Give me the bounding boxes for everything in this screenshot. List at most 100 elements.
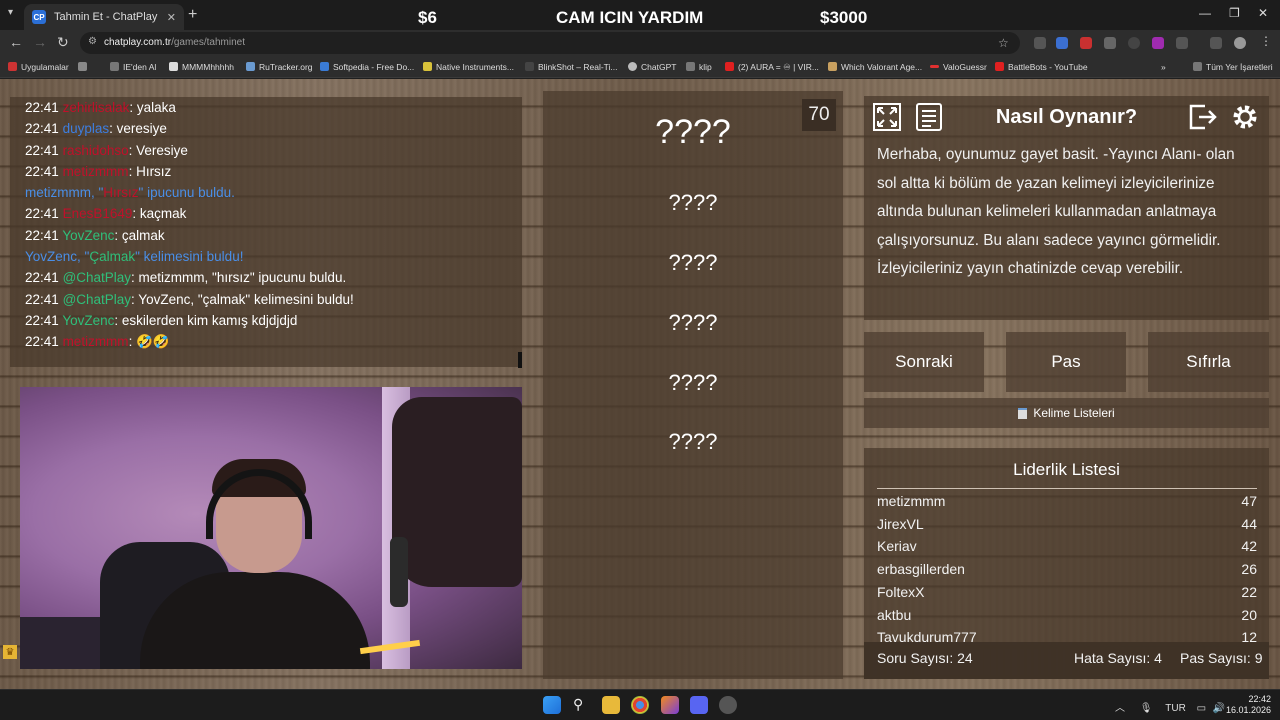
word-panel: ???? ???? ???? ???? ???? ???? <box>543 91 843 679</box>
chat-username[interactable]: zehirlisalak <box>63 100 130 115</box>
tray-overflow-icon[interactable]: ︿ <box>1115 703 1125 714</box>
bookmark-item[interactable]: Which Valorant Age... <box>828 62 922 72</box>
tab-close-icon[interactable]: ✕ <box>167 11 176 24</box>
chat-username[interactable]: @ChatPlay <box>63 292 131 307</box>
bookmark-item[interactable]: (2) AURA = ♾ | VIR... <box>725 62 819 73</box>
grid-icon <box>78 62 87 71</box>
chat-time: 22:41 <box>25 121 59 137</box>
extensions-puzzle-icon[interactable] <box>1176 37 1188 49</box>
overlay-goal-title: CAM ICIN YARDIM <box>556 8 704 27</box>
extension-icon[interactable] <box>1080 37 1092 49</box>
app-icon[interactable] <box>661 696 679 714</box>
bookmark-site-icon <box>828 62 837 71</box>
chat-text: : Veresiye <box>128 142 188 158</box>
all-bookmarks[interactable]: Tüm Yer İşaretleri <box>1193 62 1273 72</box>
file-explorer-icon[interactable] <box>602 696 620 714</box>
chat-username[interactable]: YovZenc <box>62 313 114 328</box>
bookmark-item[interactable]: klip <box>686 62 712 72</box>
extension-icon[interactable] <box>1034 37 1046 49</box>
address-bar[interactable]: ⚙ chatplay.com.tr/games/tahminet <box>80 32 1020 54</box>
stream-chat-panel: 22:41 zehirlisalak: yalaka 22:41 duyplas:… <box>10 97 522 367</box>
tab-title: Tahmin Et - ChatPlay <box>54 11 158 23</box>
word-lists-button[interactable]: Kelime Listeleri <box>864 398 1269 428</box>
forward-icon[interactable]: → <box>33 34 47 50</box>
chat-message: 22:41 YovZenc: çalmak <box>25 225 522 246</box>
chat-username[interactable]: YovZenc <box>62 228 114 243</box>
new-tab-icon[interactable]: + <box>188 6 197 24</box>
maximize-icon[interactable]: ❐ <box>1229 6 1240 20</box>
chat-username[interactable]: @ChatPlay <box>63 270 131 285</box>
bookmark-site-icon <box>930 65 939 68</box>
leaderboard-score: 44 <box>1241 515 1257 532</box>
bookmark-item[interactable]: IE'den Al <box>110 62 156 72</box>
folder-icon <box>423 62 432 71</box>
windows-start-icon[interactable] <box>543 696 561 714</box>
chat-system-text: metizmmm, " <box>25 185 104 201</box>
profile-avatar-icon[interactable] <box>1234 37 1246 49</box>
leaderboard-row: erbasgillerden 26 <box>877 561 1257 583</box>
bookmark-item[interactable]: Native Instruments... <box>423 62 514 72</box>
youtube-icon <box>995 62 1004 71</box>
chrome-icon[interactable] <box>631 696 649 714</box>
chat-username[interactable]: metizmmm <box>63 334 129 349</box>
bookmark-star-icon[interactable]: ☆ <box>998 36 1009 50</box>
clock[interactable]: 22:42 16.01.2026 <box>1226 694 1271 716</box>
leaderboard-name: FoltexX <box>877 583 925 600</box>
search-icon[interactable]: ⚲ <box>573 696 591 714</box>
hint-word: ???? <box>668 310 718 335</box>
tab-search-icon[interactable]: ▾ <box>8 7 13 18</box>
minimize-icon[interactable]: — <box>1199 6 1211 20</box>
logout-icon[interactable] <box>1187 102 1217 132</box>
browser-menu-icon[interactable]: ⋮ <box>1260 34 1272 48</box>
reload-icon[interactable]: ↻ <box>57 34 69 51</box>
discord-icon[interactable] <box>690 696 708 714</box>
chat-username[interactable]: EnesB1649 <box>63 206 133 221</box>
site-info-icon[interactable]: ⚙ <box>88 36 97 47</box>
chat-scrollbar[interactable] <box>518 352 522 368</box>
bookmark-grid[interactable] <box>78 62 91 72</box>
bookmark-item[interactable]: Softpedia - Free Do... <box>320 62 414 72</box>
language-indicator[interactable]: TUR <box>1165 703 1186 714</box>
volume-icon[interactable]: 🔊 <box>1213 703 1225 714</box>
chat-text: : kaçmak <box>132 206 187 222</box>
window-close-icon[interactable]: ✕ <box>1258 6 1268 20</box>
browser-tab[interactable]: CP Tahmin Et - ChatPlay ✕ <box>24 4 184 30</box>
microphone-icon[interactable]: 🎙 <box>1140 703 1153 714</box>
error-count: Hata Sayısı: 4 <box>1074 650 1162 666</box>
leaderboard-score: 47 <box>1241 493 1257 509</box>
how-to-play-panel: Nasıl Oynanır? Merhaba, oyunumuz gayet b… <box>864 96 1269 320</box>
next-button[interactable]: Sonraki <box>864 332 984 392</box>
translate-extension-icon[interactable] <box>1056 37 1068 49</box>
leaderboard-score: 42 <box>1241 538 1257 555</box>
bookmark-site-icon <box>525 62 534 71</box>
chat-username[interactable]: duyplas <box>63 121 110 136</box>
extension-icon[interactable] <box>1128 37 1140 49</box>
bookmark-item[interactable]: BattleBots - YouTube <box>995 62 1088 72</box>
overlay-goal-left: $6 <box>418 8 437 27</box>
settings-gear-icon[interactable] <box>1230 102 1260 132</box>
chat-system-text: " kelimesini buldu! <box>135 249 244 265</box>
bookmark-apps[interactable]: Uygulamalar <box>8 62 69 72</box>
screen: ▾ CP Tahmin Et - ChatPlay ✕ + $6 CAM ICI… <box>0 0 1280 720</box>
pass-button[interactable]: Pas <box>1006 332 1126 392</box>
reading-list-icon[interactable] <box>1210 37 1222 49</box>
download-icon[interactable] <box>1104 37 1116 49</box>
bookmark-item[interactable]: MMMMhhhhh <box>169 62 234 72</box>
bookmark-item[interactable]: ChatGPT <box>628 62 676 72</box>
bookmark-item[interactable]: RuTracker.org <box>246 62 313 72</box>
more-bookmarks-icon[interactable]: » <box>1161 62 1166 72</box>
bookmark-item[interactable]: ValoGuessr <box>930 62 987 72</box>
chat-message: 22:41 EnesB1649: kaçmak <box>25 203 522 224</box>
network-icon[interactable]: ▭ <box>1197 703 1206 714</box>
chat-username[interactable]: metizmmm <box>63 164 129 179</box>
app-icon[interactable] <box>719 696 737 714</box>
chat-system-text: " ipucunu buldu. <box>138 185 235 201</box>
bookmark-item[interactable]: BlinkShot – Real-Ti... <box>525 62 618 72</box>
youtube-icon <box>725 62 734 71</box>
chat-username[interactable]: rashidohso <box>63 143 129 158</box>
back-icon[interactable]: ← <box>9 34 23 50</box>
extension-icon[interactable] <box>1152 37 1164 49</box>
game-stats: Soru Sayısı: 24 Hata Sayısı: 4 Pas Sayıs… <box>864 642 1269 679</box>
leaderboard-name: JirexVL <box>877 515 924 532</box>
reset-button[interactable]: Sıfırla <box>1148 332 1269 392</box>
